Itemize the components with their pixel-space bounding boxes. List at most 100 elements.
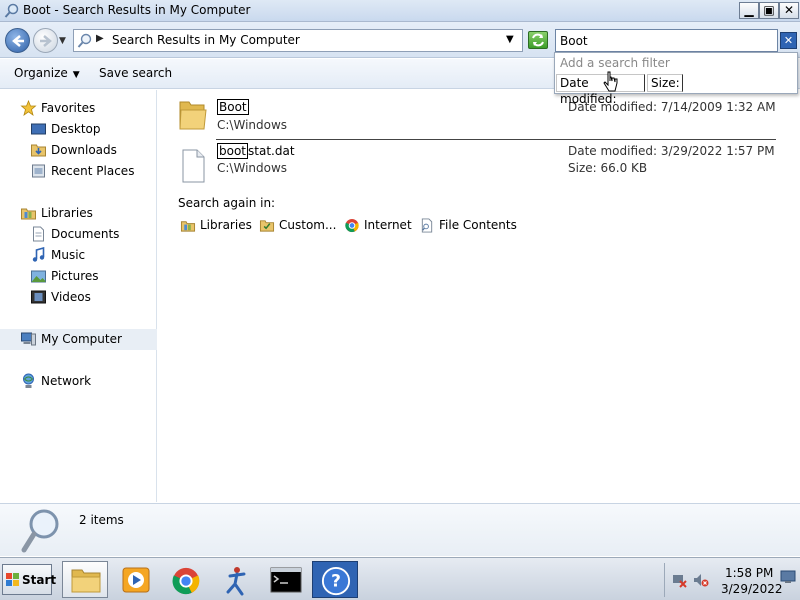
back-arrow-icon [12, 35, 24, 47]
save-search-button[interactable]: Save search [99, 66, 172, 80]
chevron-down-icon: ▼ [72, 70, 80, 80]
nav-label: Downloads [51, 143, 117, 157]
runner-app-icon [226, 567, 246, 596]
nav-item-music[interactable]: Music [0, 245, 157, 266]
address-path[interactable]: Search Results in My Computer [112, 33, 300, 47]
taskbar-help-button[interactable]: ? [312, 561, 358, 598]
search-match-highlight: Boot [217, 99, 249, 115]
nav-item-downloads[interactable]: Downloads [0, 140, 157, 161]
media-player-icon [122, 567, 150, 593]
forward-button[interactable] [33, 28, 58, 53]
nav-item-recent-places[interactable]: Recent Places [0, 161, 157, 182]
search-icon [77, 33, 92, 48]
refresh-icon [532, 33, 544, 47]
size-filter[interactable]: Size: [647, 74, 683, 92]
result-path: C:\Windows [217, 161, 288, 175]
magnifier-icon [21, 509, 59, 553]
show-desktop-icon[interactable] [780, 569, 796, 585]
nav-item-favorites[interactable]: Favorites [0, 98, 157, 119]
search-again-libraries[interactable]: Libraries [180, 218, 252, 233]
refresh-button[interactable] [528, 31, 548, 49]
explorer-icon [71, 569, 101, 593]
start-label: Start [22, 573, 57, 587]
search-again-custom[interactable]: Custom... [259, 218, 336, 233]
taskbar-media-player-button[interactable] [112, 561, 158, 598]
taskbar-runner-app-button[interactable] [212, 561, 258, 598]
file-search-icon [421, 218, 433, 233]
maximize-button[interactable]: ▣ [759, 2, 779, 19]
navigation-pane: Favorites Desktop Downloads Recent Place… [0, 90, 157, 502]
organize-menu-button[interactable]: Organize ▼ [14, 66, 80, 80]
nav-label: Videos [51, 290, 91, 304]
volume-muted-icon[interactable] [693, 572, 709, 588]
clear-search-button[interactable]: ✕ [780, 32, 797, 49]
pictures-icon [31, 270, 46, 283]
folder-icon [179, 101, 207, 130]
taskbar-explorer-button[interactable] [62, 561, 108, 598]
result-name[interactable]: Boot [217, 99, 249, 115]
title-bar: Boot - Search Results in My Computer ▁ ▣… [0, 0, 800, 22]
search-again-label-internet: Internet [364, 218, 412, 232]
search-filter-popup: Add a search filter Date modified: Size: [554, 52, 798, 106]
videos-icon [31, 290, 46, 304]
search-again-label-custom: Custom... [279, 218, 337, 232]
breadcrumb-separator[interactable]: ▶ [96, 33, 104, 44]
taskbar-command-prompt-button[interactable] [262, 561, 308, 598]
command-prompt-icon [270, 567, 302, 593]
address-dropdown[interactable]: ▼ [506, 34, 514, 45]
search-again-label-libraries: Libraries [200, 218, 252, 232]
window-title: Boot - Search Results in My Computer [23, 3, 251, 17]
nav-label: Music [51, 248, 86, 262]
search-input[interactable] [556, 30, 777, 51]
nav-item-libraries[interactable]: Libraries [0, 203, 157, 224]
result-path: C:\Windows [217, 118, 288, 132]
nav-label: Desktop [51, 122, 101, 136]
downloads-folder-icon [31, 144, 46, 157]
search-match-highlight: boot [217, 143, 249, 159]
result-item-bootstat[interactable]: boot stat.dat C:\Windows Date modified: 3… [158, 142, 778, 190]
result-size: Size: 66.0 KB [568, 161, 648, 175]
close-button[interactable]: ✕ [779, 2, 799, 19]
nav-label: Pictures [51, 269, 99, 283]
result-item-boot[interactable]: Boot C:\Windows Date modified: 7/14/2009… [158, 90, 778, 138]
nav-item-network[interactable]: Network [0, 371, 157, 392]
nav-item-desktop[interactable]: Desktop [0, 119, 157, 140]
chrome-icon [172, 567, 200, 595]
search-again-internet[interactable]: Internet [344, 218, 412, 233]
network-icon [23, 373, 34, 388]
clock-date[interactable]: 3/29/2022 [721, 582, 783, 596]
desktop-icon [31, 123, 46, 135]
clock-time[interactable]: 1:58 PM [725, 566, 773, 580]
back-button[interactable] [5, 28, 30, 53]
nav-label: Recent Places [51, 164, 135, 178]
nav-item-pictures[interactable]: Pictures [0, 266, 157, 287]
nav-item-videos[interactable]: Videos [0, 287, 157, 308]
details-pane: 2 items [0, 503, 800, 556]
result-name-rest: stat.dat [248, 144, 295, 158]
libraries-icon [21, 208, 36, 220]
search-filter-hint: Add a search filter [560, 56, 670, 70]
item-count: 2 items [79, 513, 124, 527]
network-disconnected-icon[interactable] [671, 572, 687, 588]
star-icon [20, 100, 37, 116]
minimize-button[interactable]: ▁ [739, 2, 759, 19]
system-tray: 1:58 PM 3/29/2022 [664, 563, 798, 597]
organize-label: Organize [14, 66, 68, 80]
address-bar[interactable]: ▶ Search Results in My Computer ▼ [73, 29, 523, 52]
chrome-icon [345, 218, 359, 233]
taskbar-chrome-button[interactable] [162, 561, 208, 598]
taskbar: Start ? 1:58 PM 3/29/2022 [0, 557, 800, 600]
search-icon [4, 3, 19, 18]
date-modified-filter[interactable]: Date modified: [556, 74, 645, 106]
nav-label: Documents [51, 227, 120, 241]
custom-folder-icon [259, 220, 275, 232]
nav-item-documents[interactable]: Documents [0, 224, 157, 245]
nav-label: My Computer [41, 332, 122, 346]
search-box[interactable] [555, 29, 778, 52]
start-button[interactable]: Start [2, 564, 56, 595]
nav-item-my-computer[interactable]: My Computer [0, 329, 157, 350]
result-name[interactable]: boot stat.dat [217, 143, 295, 159]
recent-pages-dropdown[interactable]: ▼ [59, 36, 66, 46]
search-again-file-contents[interactable]: File Contents [419, 218, 517, 233]
nav-label: Favorites [41, 101, 96, 115]
